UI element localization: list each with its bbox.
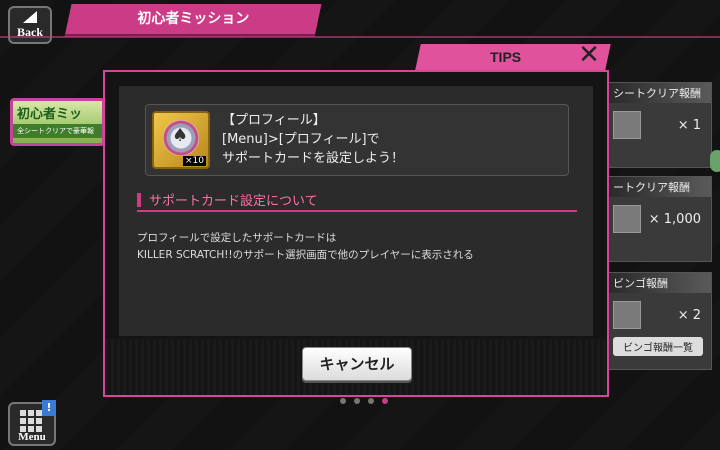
menu-label: Menu <box>18 431 46 443</box>
reward-count: × 2 <box>677 307 701 323</box>
reward-item-icon <box>613 111 641 139</box>
menu-grid-icon <box>20 410 42 432</box>
description-line-1: プロフィールで設定したサポートカードは <box>137 232 337 244</box>
reward-panel-bingo: ビンゴ報酬 × 2 ビンゴ報酬一覧 <box>608 272 712 370</box>
reward-title: ビンゴ報酬 <box>609 273 711 293</box>
tip-text: 【プロフィール】 [Menu]>[プロフィール]で サポートカードを設定しよう！ <box>222 111 404 168</box>
bingo-reward-list-button[interactable]: ビンゴ報酬一覧 <box>613 337 703 356</box>
reward-panel-sheet-clear: シートクリア報酬 × 1 <box>608 82 712 168</box>
reward-item-icon <box>613 301 641 329</box>
menu-button[interactable]: ! Menu <box>8 400 56 446</box>
page-title-banner: 初心者ミッション <box>64 4 322 37</box>
reward-panel-all-clear: ートクリア報酬 × 1,000 <box>608 176 712 262</box>
section-marker <box>137 193 141 207</box>
tip-line-1: [Menu]>[プロフィール]で <box>222 132 380 147</box>
tips-label: TIPS <box>490 49 522 65</box>
page-dot[interactable] <box>368 398 374 404</box>
item-count: ×10 <box>183 156 206 166</box>
mission-banner-subtitle: 全シートクリアで豪華報 <box>13 124 102 138</box>
page-dot[interactable] <box>340 398 346 404</box>
description-line-2: KILLER SCRATCH!!のサポート選択画面で他のプレイヤーに表示される <box>137 249 474 261</box>
reward-title: ートクリア報酬 <box>609 177 711 197</box>
pager-dots <box>340 398 388 404</box>
spade-icon: ♠ <box>172 125 189 146</box>
reward-count: × 1 <box>677 117 701 133</box>
back-arrow-icon <box>23 11 37 23</box>
tip-heading: 【プロフィール】 <box>222 113 326 128</box>
page-dot[interactable] <box>354 398 360 404</box>
tip-line-2: サポートカードを設定しよう！ <box>222 151 405 166</box>
back-button[interactable]: Back <box>8 6 52 44</box>
cancel-button[interactable]: キャンセル <box>302 347 412 381</box>
emblem-icon: ♠ ×10 <box>152 111 210 169</box>
page-dot-active[interactable] <box>382 398 388 404</box>
reward-title: シートクリア報酬 <box>609 83 711 103</box>
mission-banner[interactable]: 初心者ミッ 全シートクリアで豪華報 <box>10 98 105 146</box>
tips-modal: ♠ ×10 【プロフィール】 [Menu]>[プロフィール]で サポートカードを… <box>103 70 609 397</box>
page-title: 初心者ミッション <box>137 11 250 27</box>
header-divider <box>0 36 720 38</box>
mission-banner-title: 初心者ミッ <box>17 107 83 122</box>
alert-icon: ! <box>42 400 56 416</box>
modal-content-panel: ♠ ×10 【プロフィール】 [Menu]>[プロフィール]で サポートカードを… <box>119 86 593 336</box>
side-scroll-tab[interactable] <box>710 150 720 172</box>
reward-count: × 1,000 <box>648 211 701 227</box>
section-heading: サポートカード設定について <box>137 190 577 212</box>
tip-info-box: ♠ ×10 【プロフィール】 [Menu]>[プロフィール]で サポートカードを… <box>145 104 569 176</box>
description: プロフィールで設定したサポートカードは KILLER SCRATCH!!のサポー… <box>137 230 474 264</box>
reward-item-icon <box>613 205 641 233</box>
section-title: サポートカード設定について <box>149 194 318 209</box>
close-icon[interactable]: ✕ <box>576 42 602 68</box>
